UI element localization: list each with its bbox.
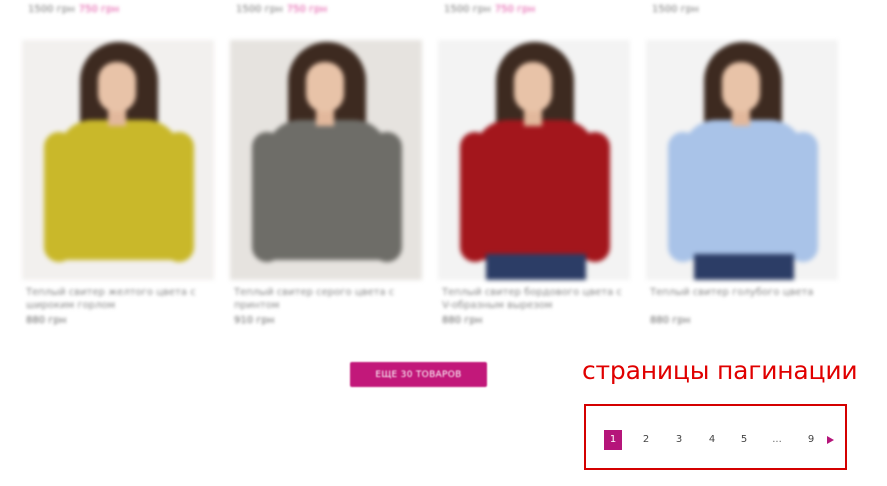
product-price: 880 грн — [650, 315, 691, 326]
product-price: 880 грн — [26, 315, 67, 326]
product-title[interactable]: Теплый свитер серого цвета с принтом — [234, 286, 418, 312]
sweater — [266, 120, 388, 260]
page-2[interactable]: 2 — [637, 430, 655, 450]
product-card-2[interactable]: Теплый свитер серого цвета с принтом 910… — [230, 40, 422, 326]
page-4[interactable]: 4 — [703, 430, 721, 450]
product-card-1[interactable]: Теплый свитер желтого цвета с широким го… — [22, 40, 214, 326]
product-card-4[interactable]: Теплый свитер голубого цвета 880 грн — [646, 40, 838, 326]
product-image[interactable] — [22, 40, 214, 280]
product-card-3[interactable]: Теплый свитер бордового цвета с V-образн… — [438, 40, 630, 326]
product-image[interactable] — [230, 40, 422, 280]
old-price: 1500 грн — [652, 4, 699, 15]
page-9[interactable]: 9 — [802, 430, 820, 450]
product-price: 1500 грн 750 грн — [236, 4, 327, 15]
product-image[interactable] — [438, 40, 630, 280]
product-price: 880 грн — [442, 315, 483, 326]
product-price: 1500 грн — [652, 4, 703, 15]
jeans — [694, 254, 794, 280]
model-face — [722, 62, 760, 112]
product-title[interactable]: Теплый свитер желтого цвета с широким го… — [26, 286, 210, 312]
product-price: 1500 грн 750 грн — [28, 4, 119, 15]
model-face — [98, 62, 136, 112]
sale-price: 750 грн — [78, 4, 120, 15]
model-face — [514, 62, 552, 112]
page-5[interactable]: 5 — [735, 430, 753, 450]
load-more-button[interactable]: Еще 30 товаров — [350, 362, 487, 387]
sweater — [58, 120, 180, 260]
product-price: 1500 грн 750 грн — [444, 4, 535, 15]
old-price: 1500 грн — [28, 4, 75, 15]
next-page-arrow-icon[interactable] — [827, 436, 834, 444]
sale-price: 750 грн — [286, 4, 328, 15]
product-price: 910 грн — [234, 315, 275, 326]
page-1[interactable]: 1 — [604, 430, 622, 450]
product-title[interactable]: Теплый свитер бордового цвета с V-образн… — [442, 286, 626, 312]
jeans — [486, 254, 586, 280]
sweater — [474, 120, 596, 260]
product-image[interactable] — [646, 40, 838, 280]
old-price: 1500 грн — [444, 4, 491, 15]
sale-price: 750 грн — [494, 4, 536, 15]
product-title[interactable]: Теплый свитер голубого цвета — [650, 286, 834, 312]
previous-products-row: 1500 грн 750 грн 1500 грн 750 грн 1500 грн… — [0, 0, 887, 20]
page-3[interactable]: 3 — [670, 430, 688, 450]
old-price: 1500 грн — [236, 4, 283, 15]
pagination-ellipsis: ... — [772, 434, 782, 445]
model-face — [306, 62, 344, 112]
annotation-label: страницы пагинации — [582, 356, 858, 385]
sweater — [682, 120, 804, 260]
